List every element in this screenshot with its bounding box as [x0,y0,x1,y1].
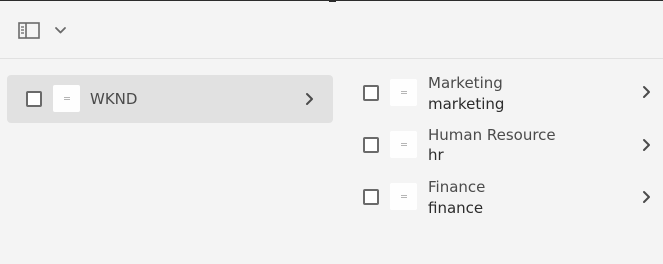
list-item-marketing[interactable]: Marketing marketing [340,68,663,116]
chevron-down-icon [55,27,66,34]
chevron-right-icon[interactable] [305,92,314,106]
column-children: Marketing marketing Human Resource hr Fi… [340,60,663,264]
thumbnail [390,183,417,210]
thumbnail [390,79,417,106]
list-item-hr[interactable]: Human Resource hr [340,121,663,169]
chevron-right-icon[interactable] [642,138,651,152]
rail-toggle-button[interactable] [10,12,74,48]
list-item-wknd[interactable]: WKND [7,75,333,123]
item-title: Marketing [428,74,503,92]
item-name: finance [428,199,484,217]
chevron-right-icon[interactable] [642,85,651,99]
column-sites: WKND [0,60,340,264]
row-checkbox[interactable] [363,85,379,101]
item-name: marketing [428,95,505,113]
item-title: Finance [428,178,486,196]
toolbar [0,1,663,59]
item-title: Human Resource [428,126,556,144]
row-checkbox[interactable] [363,137,379,153]
chevron-right-icon[interactable] [642,190,651,204]
item-label: WKND [90,90,138,108]
row-checkbox[interactable] [363,189,379,205]
item-name: hr [428,146,444,164]
panel-left-icon [18,22,40,39]
row-checkbox[interactable] [26,91,42,107]
thumbnail [53,85,80,112]
thumbnail [390,131,417,158]
list-item-finance[interactable]: Finance finance [340,173,663,221]
